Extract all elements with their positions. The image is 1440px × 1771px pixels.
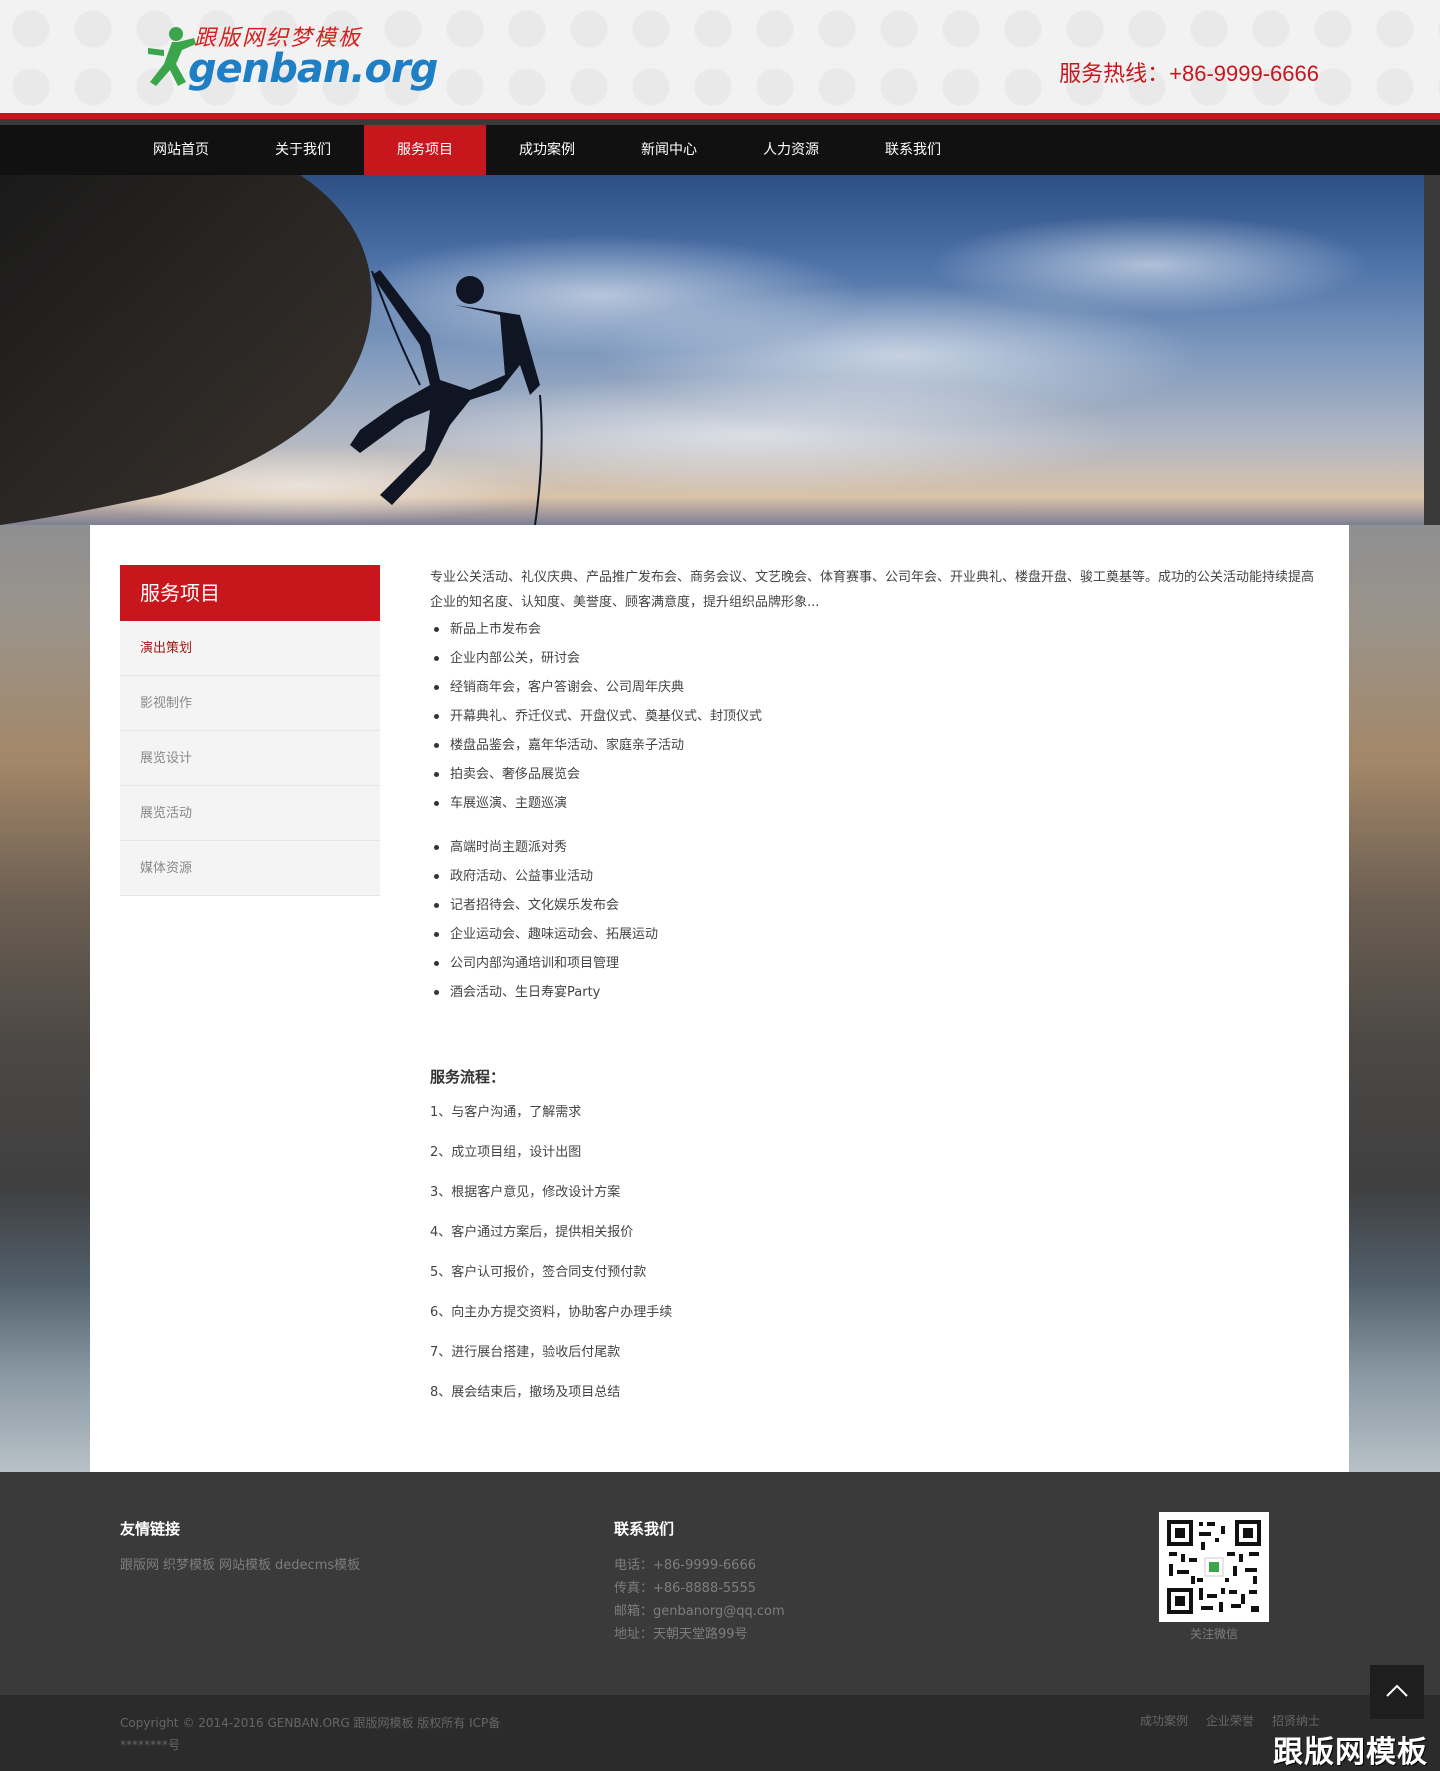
- hero-banner: [0, 175, 1424, 525]
- friend-link[interactable]: 织梦模板: [163, 1558, 215, 1573]
- intro-paragraph: 专业公关活动、礼仪庆典、产品推广发布会、商务会议、文艺晚会、体育赛事、公司年会、…: [430, 570, 1315, 610]
- contact-line: 邮箱：genbanorg@qq.com: [614, 1604, 785, 1619]
- chevron-up-icon: [1386, 1684, 1408, 1697]
- contact-line: 地址：天朝天堂路99号: [614, 1627, 748, 1642]
- copyright-line-1: Copyright © 2014-2016 GENBAN.ORG 跟版网模板 版…: [120, 1716, 501, 1730]
- nav-item-1[interactable]: 网站首页: [120, 125, 242, 175]
- logo-wordmark: genban.org: [188, 46, 438, 92]
- nav-item-7[interactable]: 联系我们: [852, 125, 974, 175]
- sidebar-item-1[interactable]: 演出策划: [120, 621, 380, 676]
- list-item: 政府活动、公益事业活动: [430, 862, 1320, 891]
- nav-item-3[interactable]: 服务项目: [364, 125, 486, 175]
- friend-links-title: 友情链接: [120, 1520, 181, 1538]
- sidebar: 服务项目 演出策划 影视制作 展览设计 展览活动 媒体资源: [120, 565, 380, 896]
- contact-title: 联系我们: [614, 1520, 675, 1538]
- list-item: 经销商年会，客户答谢会、公司周年庆典: [430, 673, 1320, 702]
- nav-list: 网站首页 关于我们 服务项目 成功案例 新闻中心 人力资源 联系我们: [120, 125, 974, 175]
- list-item: 新品上市发布会: [430, 615, 1320, 644]
- list-item: 车展巡演、主题巡演: [430, 789, 1320, 818]
- friend-links: 跟版网 织梦模板 网站模板 dedecms模板: [120, 1554, 364, 1573]
- sidebar-item-4[interactable]: 展览活动: [120, 786, 380, 841]
- list-item: 拍卖会、奢侈品展览会: [430, 760, 1320, 789]
- flow-step: 3、根据客户意见，修改设计方案: [430, 1185, 621, 1200]
- contact-info: 电话：+86-9999-6666 传真：+86-8888-5555 邮箱：genba…: [614, 1554, 785, 1646]
- flow-step: 1、与客户沟通，了解需求: [430, 1105, 582, 1120]
- list-item: 企业内部公关，研讨会: [430, 644, 1320, 673]
- service-hotline: 服务热线：+86-9999-6666: [1059, 61, 1319, 86]
- list-item: 公司内部沟通培训和项目管理: [430, 949, 1320, 978]
- friend-link[interactable]: 跟版网: [120, 1558, 159, 1573]
- flow-step: 5、客户认可报价，签合同支付预付款: [430, 1265, 647, 1280]
- sidebar-item-2[interactable]: 影视制作: [120, 676, 380, 731]
- copyright: Copyright © 2014-2016 GENBAN.ORG 跟版网模板 版…: [120, 1712, 500, 1756]
- flow-step: 6、向主办方提交资料，协助客户办理手续: [430, 1305, 673, 1320]
- back-to-top-button[interactable]: [1370, 1665, 1424, 1719]
- wechat-qr-code: [1159, 1512, 1269, 1622]
- bottom-link[interactable]: 企业荣誉: [1206, 1714, 1254, 1728]
- service-list-1: 新品上市发布会 企业内部公关，研讨会 经销商年会，客户答谢会、公司周年庆典 开幕典礼、…: [430, 615, 1320, 818]
- site-logo[interactable]: 跟版网织梦模板 genban.org: [142, 20, 438, 100]
- bottom-link[interactable]: 成功案例: [1140, 1714, 1188, 1728]
- nav-item-4[interactable]: 成功案例: [486, 125, 608, 175]
- contact-line: 电话：+86-9999-6666: [614, 1558, 756, 1573]
- nav-item-2[interactable]: 关于我们: [242, 125, 364, 175]
- list-item: 酒会活动、生日寿宴Party: [430, 978, 1320, 1007]
- service-list-2: 高端时尚主题派对秀 政府活动、公益事业活动 记者招待会、文化娱乐发布会 企业运动会、趣…: [430, 833, 1320, 1007]
- content-panel: 服务项目 演出策划 影视制作 展览设计 展览活动 媒体资源 专业公关活动、礼仪庆典、产品…: [90, 525, 1349, 1472]
- flow-step: 8、展会结束后，撤场及项目总结: [430, 1385, 621, 1400]
- flow-steps: 1、与客户沟通，了解需求 2、成立项目组，设计出图 3、根据客户意见，修改设计方案 4…: [430, 1101, 1320, 1421]
- nav-item-5[interactable]: 新闻中心: [608, 125, 730, 175]
- sidebar-item-5[interactable]: 媒体资源: [120, 841, 380, 896]
- list-item: 楼盘品鉴会，嘉年华活动、家庭亲子活动: [430, 731, 1320, 760]
- list-item: 企业运动会、趣味运动会、拓展运动: [430, 920, 1320, 949]
- climber-banner-image: [0, 175, 1370, 525]
- list-item: 开幕典礼、乔迁仪式、开盘仪式、奠基仪式、封顶仪式: [430, 702, 1320, 731]
- copyright-line-2: ********号: [120, 1738, 181, 1752]
- list-item: 记者招待会、文化娱乐发布会: [430, 891, 1320, 920]
- qr-code-icon: [1165, 1518, 1263, 1616]
- sidebar-title: 服务项目: [120, 565, 380, 621]
- main-nav: 网站首页 关于我们 服务项目 成功案例 新闻中心 人力资源 联系我们: [0, 125, 1440, 175]
- sidebar-item-3[interactable]: 展览设计: [120, 731, 380, 786]
- flow-step: 4、客户通过方案后，提供相关报价: [430, 1225, 634, 1240]
- site-header: 跟版网织梦模板 genban.org 服务热线：+86-9999-6666: [0, 0, 1440, 119]
- contact-line: 传真：+86-8888-5555: [614, 1581, 756, 1596]
- friend-link[interactable]: 网站模板: [219, 1558, 271, 1573]
- friend-link[interactable]: dedecms模板: [275, 1558, 360, 1573]
- list-item: 高端时尚主题派对秀: [430, 833, 1320, 862]
- flow-title: 服务流程：: [430, 1068, 506, 1086]
- watermark-logo: 跟版网模板: [1273, 1735, 1428, 1770]
- flow-step: 7、进行展台搭建，验收后付尾款: [430, 1345, 621, 1360]
- nav-item-6[interactable]: 人力资源: [730, 125, 852, 175]
- sidebar-list: 演出策划 影视制作 展览设计 展览活动 媒体资源: [120, 621, 380, 896]
- main-article: 专业公关活动、礼仪庆典、产品推广发布会、商务会议、文艺晚会、体育赛事、公司年会、…: [430, 565, 1320, 1421]
- bottom-link[interactable]: 招贤纳士: [1272, 1714, 1320, 1728]
- footer: 友情链接 跟版网 织梦模板 网站模板 dedecms模板 联系我们 电话：+86-99…: [0, 1472, 1440, 1695]
- bottom-bar: Copyright © 2014-2016 GENBAN.ORG 跟版网模板 版…: [0, 1695, 1440, 1771]
- qr-label: 关注微信: [1189, 1627, 1238, 1641]
- flow-step: 2、成立项目组，设计出图: [430, 1145, 582, 1160]
